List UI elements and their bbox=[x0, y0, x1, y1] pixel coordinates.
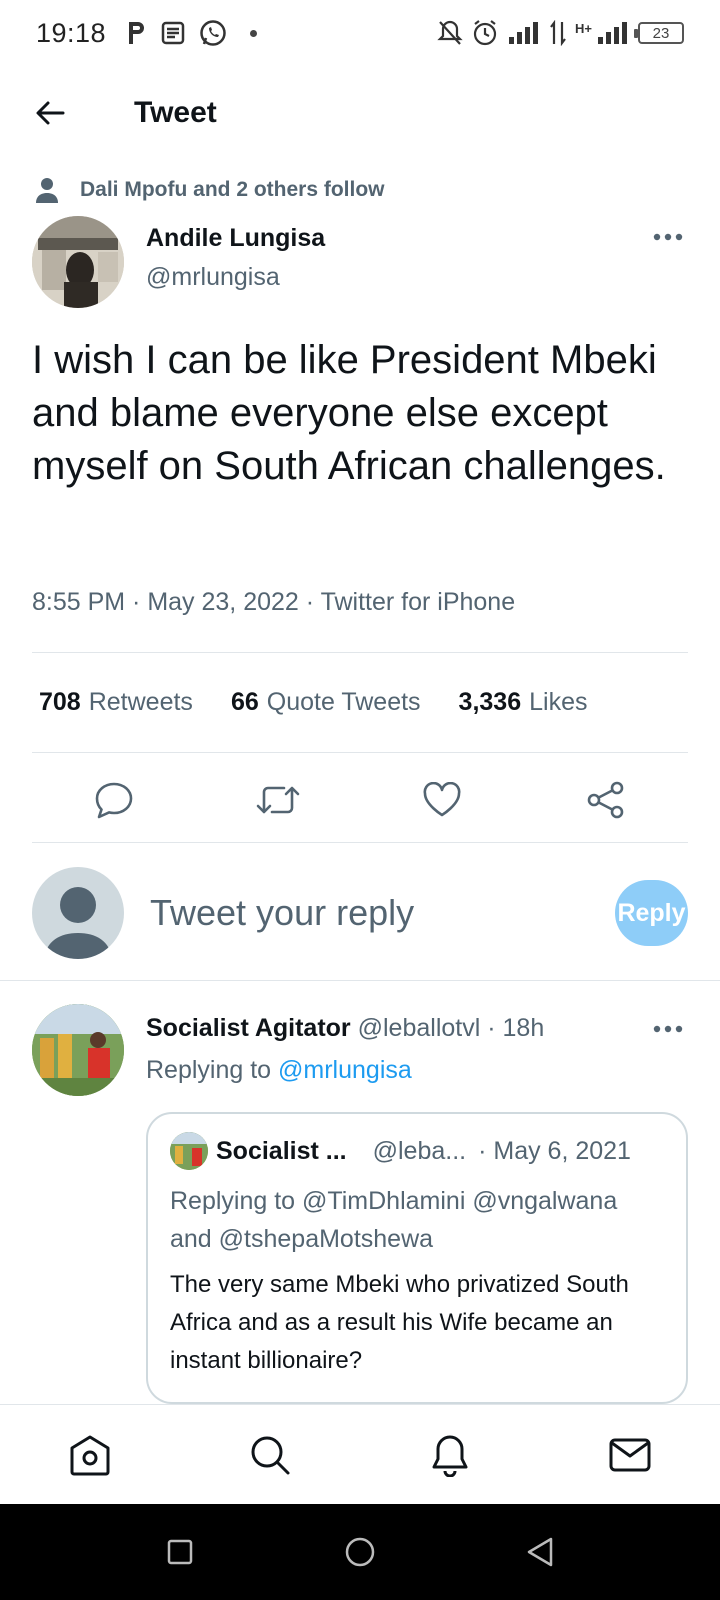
social-context-text: Dali Mpofu and 2 others follow bbox=[80, 178, 385, 201]
page-title: Tweet bbox=[134, 96, 217, 129]
quote-author-name: Socialist ... bbox=[216, 1136, 347, 1165]
reply-more-options-button[interactable] bbox=[648, 1014, 688, 1044]
nav-search[interactable] bbox=[240, 1425, 300, 1485]
home-system-button[interactable] bbox=[340, 1532, 380, 1572]
tweet-timestamp[interactable]: 8:55 PM · May 23, 2022 · Twitter for iPh… bbox=[32, 588, 515, 617]
reply-composer: Reply bbox=[32, 866, 688, 960]
social-context[interactable]: Dali Mpofu and 2 others follow bbox=[34, 176, 385, 204]
mail-icon bbox=[609, 1438, 651, 1471]
recent-apps-button[interactable] bbox=[160, 1532, 200, 1572]
retweets-label: Retweets bbox=[88, 688, 193, 716]
retweets-stat[interactable]: 708 Retweets bbox=[39, 688, 193, 717]
person-icon bbox=[36, 178, 58, 203]
nav-notifications[interactable] bbox=[420, 1425, 480, 1485]
reply-button[interactable]: Reply bbox=[615, 880, 688, 946]
divider bbox=[32, 752, 688, 753]
author-avatar-image bbox=[32, 216, 124, 308]
system-navigation-bar bbox=[0, 1504, 720, 1600]
status-bar: 19:18 H+ 23 bbox=[0, 0, 720, 66]
quote-tweets-stat[interactable]: 66 Quote Tweets bbox=[231, 688, 421, 717]
quote-author-avatar bbox=[170, 1132, 208, 1170]
triangle-back-icon bbox=[527, 1537, 553, 1567]
quote-date: · May 6, 2021 bbox=[478, 1136, 631, 1165]
search-icon bbox=[251, 1436, 290, 1474]
replying-to: Replying to @mrlungisa bbox=[146, 1056, 412, 1085]
quote-author-handle: @leba... bbox=[372, 1136, 467, 1165]
battery-level: 23 bbox=[652, 24, 670, 42]
arrow-left-icon bbox=[36, 101, 65, 125]
mute-notifications-icon bbox=[437, 20, 463, 45]
reply-time: · 18h bbox=[487, 1014, 545, 1042]
more-horizontal-icon bbox=[653, 233, 683, 241]
reply-author-name[interactable]: Socialist Agitator bbox=[146, 1014, 351, 1042]
quote-replying-to: Replying to @TimDhlamini @vngalwana and … bbox=[170, 1182, 664, 1258]
back-button[interactable] bbox=[20, 83, 80, 143]
share-icon bbox=[587, 781, 624, 819]
reply-action-button[interactable] bbox=[89, 778, 139, 822]
likes-count: 3,336 bbox=[458, 688, 522, 716]
tweet-text: I wish I can be like President Mbeki and… bbox=[32, 338, 666, 488]
reply-icon bbox=[95, 782, 133, 819]
reply-author-handle: @leballotvl bbox=[357, 1014, 481, 1042]
author-name[interactable]: Andile Lungisa bbox=[146, 224, 325, 253]
reply-avatar-image bbox=[32, 1004, 124, 1096]
more-options-button[interactable] bbox=[648, 222, 688, 252]
home-icon bbox=[70, 1435, 110, 1475]
nav-home[interactable] bbox=[60, 1425, 120, 1485]
notification-dot-icon bbox=[250, 29, 258, 37]
quoted-tweet-card[interactable]: Socialist ... @leba... · May 6, 2021 Rep… bbox=[146, 1112, 688, 1404]
divider bbox=[0, 980, 720, 981]
status-time: 19:18 bbox=[36, 17, 107, 48]
nav-messages[interactable] bbox=[600, 1425, 660, 1485]
like-action-button[interactable] bbox=[417, 778, 467, 822]
retweet-action-button[interactable] bbox=[253, 778, 303, 822]
divider bbox=[32, 842, 688, 843]
battery-icon: 23 bbox=[634, 22, 684, 44]
heart-icon bbox=[423, 782, 461, 817]
author-avatar[interactable] bbox=[32, 216, 124, 308]
bell-icon bbox=[432, 1435, 468, 1477]
quote-replying-line-2: and @tshepaMotshewa bbox=[170, 1225, 434, 1253]
reply-input[interactable] bbox=[150, 892, 615, 934]
retweet-icon bbox=[256, 786, 300, 814]
news-icon bbox=[161, 21, 185, 45]
replying-to-prefix: Replying to bbox=[146, 1056, 272, 1084]
quote-text: The very same Mbeki who privatized South… bbox=[170, 1271, 629, 1374]
divider bbox=[32, 652, 688, 653]
signal-icon bbox=[509, 22, 539, 44]
parking-app-icon bbox=[129, 22, 145, 44]
network-type: H+ bbox=[575, 20, 592, 36]
likes-label: Likes bbox=[529, 688, 588, 716]
replying-to-link[interactable]: @mrlungisa bbox=[278, 1056, 412, 1084]
signal-icon-2 bbox=[598, 22, 627, 44]
share-action-button[interactable] bbox=[581, 778, 631, 822]
quote-replying-line-1: Replying to @TimDhlamini @vngalwana bbox=[170, 1187, 618, 1215]
quote-tweets-label: Quote Tweets bbox=[266, 688, 421, 716]
data-transfer-icon bbox=[550, 20, 566, 46]
system-back-button[interactable] bbox=[520, 1532, 560, 1572]
reply-author-avatar[interactable] bbox=[32, 1004, 124, 1096]
quote-tweets-count: 66 bbox=[230, 688, 259, 716]
bottom-navigation bbox=[0, 1404, 720, 1504]
retweets-count: 708 bbox=[39, 688, 81, 716]
user-avatar[interactable] bbox=[32, 867, 124, 959]
circle-icon bbox=[345, 1537, 375, 1567]
more-horizontal-icon bbox=[653, 1025, 683, 1033]
tweet-author: Andile Lungisa @mrlungisa bbox=[32, 216, 688, 308]
alarm-icon bbox=[473, 20, 497, 46]
top-app-bar: Tweet bbox=[0, 78, 720, 148]
whatsapp-icon bbox=[200, 20, 226, 46]
quote-avatar-image bbox=[170, 1132, 208, 1170]
likes-stat[interactable]: 3,336 Likes bbox=[459, 688, 588, 717]
author-handle: @mrlungisa bbox=[146, 263, 280, 291]
tweet-stats: 708 Retweets 66 Quote Tweets 3,336 Likes bbox=[39, 688, 587, 717]
square-icon bbox=[167, 1539, 193, 1565]
tweet-actions bbox=[32, 778, 688, 822]
default-avatar-icon bbox=[44, 887, 112, 959]
